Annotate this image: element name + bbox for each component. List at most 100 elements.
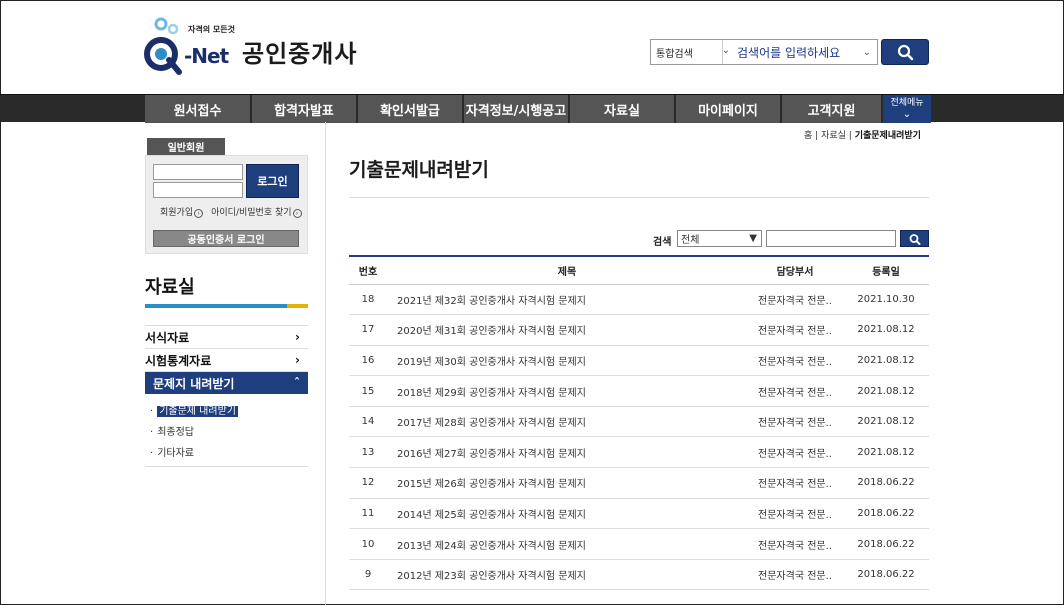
row-number: 14 [361,416,375,428]
row-title-link[interactable]: 2018년 제29회 공인중개사 자격시험 문제지 [387,376,747,407]
sidebar-item-statistics[interactable]: 시험통계자료 › [145,348,308,371]
nav-item-exam-info[interactable]: 자격정보/시행공고 [464,95,570,123]
breadcrumb: 홈 | 자료실 | 기출문제내려받기 [804,128,921,141]
chevron-up-icon: ˆ [294,376,300,390]
table-row: 11 2014년 제25회 공인중개사 자격시험 문제지 전문자격국 전문.. 201… [349,498,929,529]
row-title-link[interactable]: 2019년 제30회 공인중개사 자격시험 문제지 [387,345,747,376]
sidebar-item-label: 시험통계자료 [145,353,212,368]
row-dept: 전문자격국 전문.. [758,448,832,460]
row-date: 2021.08.12 [857,324,915,336]
row-dept: 전문자격국 전문.. [758,418,832,430]
nav-item-results[interactable]: 합격자발표 [252,95,358,123]
logo-tagline: 자격의 모든것 [188,25,235,34]
submenu-other[interactable]: · 기타자료 [150,444,194,459]
row-number: 11 [361,507,375,519]
all-menu-label: 전체메뉴 [890,98,924,108]
row-title-link[interactable]: 2013년 제24회 공인중개사 자격시험 문제지 [387,529,747,560]
logo-net-text: -Net [184,44,229,68]
breadcrumb-sep: | [815,131,819,141]
all-menu-button[interactable]: 전체메뉴 ⌄ [883,95,931,123]
member-tab[interactable]: 일반회원 [147,138,225,155]
search-scope-label: 통합검색 [656,48,693,60]
search-placeholder: 검색어를 입력하세요 [737,45,841,60]
search-button[interactable] [881,39,929,65]
filter-search-button[interactable] [900,230,929,247]
row-number: 16 [361,354,375,366]
chevron-right-icon: › [292,209,302,218]
table-row: 17 2020년 제31회 공인중개사 자격시험 문제지 전문자격국 전문.. 202… [349,315,929,346]
row-dept: 전문자격국 전문.. [758,356,832,368]
table-row: 9 2012년 제23회 공인중개사 자격시험 문제지 전문자격국 전문.. 2018… [349,559,929,590]
row-date: 2021.08.12 [857,385,915,397]
nav-item-support[interactable]: 고객지원 [782,95,883,123]
row-dept: 전문자격국 전문.. [758,571,832,583]
row-date: 2018.06.22 [857,477,915,489]
sidebar-item-forms[interactable]: 서식자료 › [145,325,308,348]
search-scope-select[interactable]: 통합검색 ⌄ [651,40,730,64]
chevron-down-icon: ⌄ [902,109,912,120]
site-title: 공인중개사 [242,40,358,68]
row-date: 2018.06.22 [857,538,915,550]
row-dept: 전문자격국 전문.. [758,387,832,399]
table-row: 16 2019년 제30회 공인중개사 자격시험 문제지 전문자격국 전문.. 202… [349,345,929,376]
submenu-label: 기출문제 내려받기 [157,406,238,417]
row-title-link[interactable]: 2021년 제32회 공인중개사 자격시험 문제지 [387,284,747,315]
account-links: 회원가입 › 아이디/비밀번호 찾기 › [160,205,302,218]
sidebar-menu: 서식자료 › 시험통계자료 › 문제지 내려받기 ˆ [145,325,308,394]
row-date: 2018.06.22 [857,507,915,519]
password-input[interactable] [153,182,243,198]
row-number: 18 [361,293,375,305]
row-dept: 전문자격국 전문.. [758,295,832,307]
row-number: 12 [361,477,375,489]
row-number: 17 [361,324,375,336]
title-divider [349,197,929,198]
filter-select-value: 전체 [681,235,700,246]
search-input[interactable]: 검색어를 입력하세요 ⌄ [723,44,877,61]
submenu-label: 기타자료 [157,448,194,459]
chevron-right-icon: › [295,353,300,367]
breadcrumb-section[interactable]: 자료실 [821,131,846,141]
submenu-label: 최종정답 [157,427,194,438]
bullet: · [150,406,154,417]
col-title-header: 제목 [557,266,577,278]
table-row: 13 2016년 제27회 공인중개사 자격시험 문제지 전문자격국 전문.. 202… [349,437,929,468]
row-title-link[interactable]: 2020년 제31회 공인중개사 자격시험 문제지 [387,315,747,346]
row-title-link[interactable]: 2017년 제28회 공인중개사 자격시험 문제지 [387,406,747,437]
sidebar-title: 자료실 [145,277,195,298]
search-icon [897,44,914,61]
nav-item-mypage[interactable]: 마이페이지 [676,95,782,123]
nav-item-archive[interactable]: 자료실 [570,95,676,123]
breadcrumb-home[interactable]: 홈 [804,131,812,141]
row-date: 2021.10.30 [857,293,915,305]
row-date: 2021.08.12 [857,354,915,366]
signup-link[interactable]: 회원가입 › [160,205,204,218]
filter-input[interactable] [766,230,896,247]
bullet: · [150,427,154,438]
row-title-link[interactable]: 2016년 제27회 공인중개사 자격시험 문제지 [387,437,747,468]
col-dept-header: 담당부서 [776,266,814,278]
nav-item-apply[interactable]: 원서접수 [145,95,252,123]
login-button[interactable]: 로그인 [246,164,299,198]
row-date: 2021.08.12 [857,416,915,428]
row-title-link[interactable]: 2014년 제25회 공인중개사 자격시험 문제지 [387,498,747,529]
bullet: · [150,448,154,459]
row-number: 9 [364,569,372,581]
filter-select[interactable]: 전체 ▼ [677,230,762,247]
sidebar-divider [145,466,308,467]
find-account-link[interactable]: 아이디/비밀번호 찾기 › [211,205,302,218]
chevron-right-icon: › [295,330,300,344]
sidebar-item-exam-papers[interactable]: 문제지 내려받기 ˆ [145,371,308,394]
col-date-header: 등록일 [872,266,900,278]
table-row: 14 2017년 제28회 공인중개사 자격시험 문제지 전문자격국 전문.. 202… [349,406,929,437]
nav-item-certificate[interactable]: 확인서발급 [358,95,464,123]
submenu-past-papers[interactable]: · 기출문제 내려받기 [150,402,238,417]
row-title-link[interactable]: 2015년 제26회 공인중개사 자격시험 문제지 [387,468,747,499]
row-title-link[interactable]: 2012년 제23회 공인중개사 자격시험 문제지 [387,559,747,590]
main-nav: 원서접수 합격자발표 확인서발급 자격정보/시행공고 자료실 마이페이지 고객지… [0,94,1064,123]
breadcrumb-current: 기출문제내려받기 [854,131,921,141]
col-num-header: 번호 [358,266,378,278]
row-number: 10 [361,538,375,550]
cert-login-button[interactable]: 공동인증서 로그인 [153,230,299,247]
submenu-final-answers[interactable]: · 최종정답 [150,423,194,438]
id-input[interactable] [153,164,243,180]
